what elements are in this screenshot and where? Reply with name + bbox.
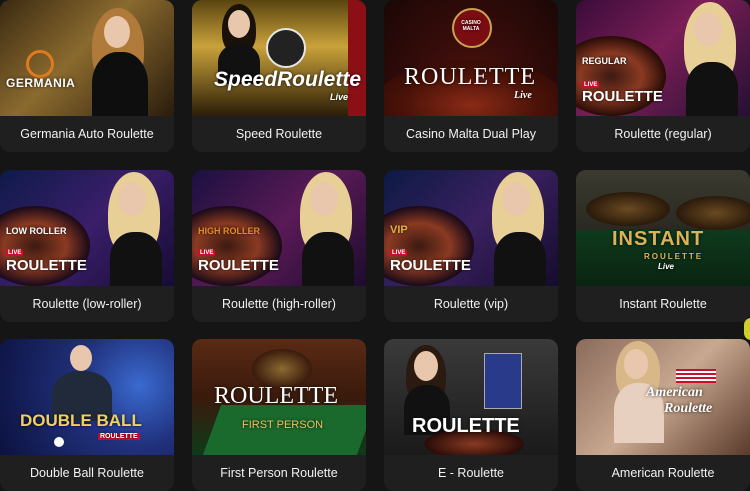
dealer-dress <box>686 62 738 116</box>
dealer-face <box>104 16 130 48</box>
game-thumbnail: CASINO MALTA ROULETTE Live <box>384 0 558 116</box>
game-logo-top: VIP <box>390 224 408 236</box>
game-card[interactable]: INSTANT ROULETTE Live Instant Roulette <box>576 170 750 322</box>
game-logo: ROULETTE <box>6 257 87 274</box>
game-logo: American <box>646 385 703 400</box>
game-title: Roulette (regular) <box>614 127 712 141</box>
roulette-emblem-icon <box>266 28 306 68</box>
game-card[interactable]: CASINO MALTA ROULETTE Live Casino Malta … <box>384 0 558 152</box>
game-logo: ROULETTE <box>582 88 663 105</box>
game-title: Roulette (high-roller) <box>222 297 336 311</box>
germania-emblem-icon <box>26 50 54 78</box>
game-logo-sub: FIRST PERSON <box>242 419 324 431</box>
dealer-face <box>228 10 250 38</box>
game-card[interactable]: SpeedRoulette Live Speed Roulette <box>192 0 366 152</box>
roulette-wheel <box>0 206 90 286</box>
game-grid: GERMANIA Germania Auto Roulette SpeedRou… <box>0 0 750 491</box>
ball-icon <box>54 437 64 447</box>
dealer-face <box>414 351 438 381</box>
game-card[interactable]: DOUBLE BALL ROULETTE Double Ball Roulett… <box>0 339 174 491</box>
dealer-dress <box>92 52 148 116</box>
roulette-wheel <box>586 192 670 226</box>
game-logo-sub: Live <box>514 90 532 101</box>
game-card[interactable]: American Roulette American Roulette <box>576 339 750 491</box>
betting-board <box>484 353 522 409</box>
game-thumbnail: American Roulette <box>576 339 750 455</box>
game-thumbnail: DOUBLE BALL ROULETTE <box>0 339 174 455</box>
curtain <box>348 0 366 116</box>
game-title: First Person Roulette <box>220 466 338 480</box>
game-card[interactable]: GERMANIA Germania Auto Roulette <box>0 0 174 152</box>
game-logo: ROULETTE <box>412 415 520 437</box>
game-title: Double Ball Roulette <box>30 466 144 480</box>
dealer-face <box>70 345 92 371</box>
game-logo-sub: Live <box>658 262 675 271</box>
game-thumbnail: LOW ROLLER LIVE ROULETTE <box>0 170 174 286</box>
game-title: Instant Roulette <box>619 297 707 311</box>
roulette-wheel <box>384 206 474 286</box>
game-thumbnail: HIGH ROLLER LIVE ROULETTE <box>192 170 366 286</box>
game-logo: DOUBLE BALL <box>20 411 142 430</box>
dealer-face <box>694 12 722 46</box>
game-logo: GERMANIA <box>6 76 76 90</box>
roulette-wheel <box>676 196 750 230</box>
game-logo: ROULETTE <box>214 383 338 409</box>
game-card[interactable]: ROULETTE FIRST PERSON First Person Roule… <box>192 339 366 491</box>
game-logo-top: REGULAR <box>582 56 627 66</box>
game-title: Speed Roulette <box>235 127 323 141</box>
game-title: E - Roulette <box>437 466 504 480</box>
game-card[interactable]: VIP LIVE ROULETTE Roulette (vip) <box>384 170 558 322</box>
game-logo-mid: ROULETTE <box>644 252 704 261</box>
game-card[interactable]: HIGH ROLLER LIVE ROULETTE Roulette (high… <box>192 170 366 322</box>
game-logo: SpeedRoulette <box>214 68 362 91</box>
game-logo-sub: ROULETTE <box>98 433 140 440</box>
game-logo: ROULETTE <box>198 257 279 274</box>
game-thumbnail: SpeedRoulette Live <box>192 0 366 116</box>
game-title: Germania Auto Roulette <box>20 127 154 141</box>
american-flag-emblem-icon <box>676 369 716 383</box>
game-thumbnail: ROULETTE FIRST PERSON <box>192 339 366 455</box>
game-card[interactable]: LOW ROLLER LIVE ROULETTE Roulette (low-r… <box>0 170 174 322</box>
game-title: American Roulette <box>611 466 715 480</box>
game-thumbnail: REGULAR LIVE ROULETTE <box>576 0 750 116</box>
game-card[interactable]: REGULAR LIVE ROULETTE Roulette (regular) <box>576 0 750 152</box>
game-thumbnail: INSTANT ROULETTE Live <box>576 170 750 286</box>
game-title: Casino Malta Dual Play <box>406 127 536 141</box>
game-logo: INSTANT <box>612 228 705 250</box>
game-title: Roulette (vip) <box>433 297 509 311</box>
game-logo-sub: Roulette <box>664 401 713 416</box>
dealer-face <box>502 182 530 216</box>
casino-emblem-text: CASINO MALTA <box>461 20 481 32</box>
dealer-dress <box>110 232 162 286</box>
live-badge: LIVE <box>198 250 216 256</box>
dealer-dress <box>302 232 354 286</box>
dealer-face <box>118 182 146 216</box>
game-card[interactable]: ROULETTE E - Roulette <box>384 339 558 491</box>
game-thumbnail: VIP LIVE ROULETTE <box>384 170 558 286</box>
dealer-face <box>310 182 338 216</box>
game-logo-sub: Live <box>330 92 349 102</box>
game-logo-top: LOW ROLLER <box>6 226 67 236</box>
game-logo-top: HIGH ROLLER <box>198 226 260 236</box>
live-badge: LIVE <box>390 250 408 256</box>
dealer-face <box>624 349 648 379</box>
live-badge: LIVE <box>6 250 24 256</box>
scroll-indicator[interactable] <box>744 318 750 340</box>
roulette-wheel <box>192 206 282 286</box>
game-logo: ROULETTE <box>390 257 471 274</box>
game-logo: ROULETTE <box>404 64 536 90</box>
game-thumbnail: ROULETTE <box>384 339 558 455</box>
game-title: Roulette (low-roller) <box>32 297 142 311</box>
game-thumbnail: GERMANIA <box>0 0 174 116</box>
dealer-dress <box>494 232 546 286</box>
